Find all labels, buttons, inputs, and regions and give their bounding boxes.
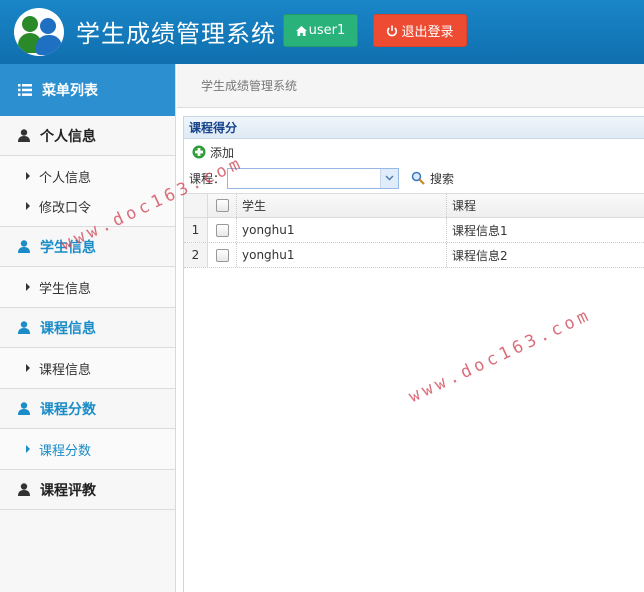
row-checkbox-cell — [208, 243, 237, 267]
user-icon — [18, 483, 30, 496]
user-icon — [18, 129, 30, 142]
sidebar-item-student-info[interactable]: 学生信息 — [0, 272, 175, 302]
sidebar-section-course-scores[interactable]: 课程分数 — [0, 389, 175, 429]
cell-student: yonghu1 — [237, 218, 447, 242]
menu-list-title: 菜单列表 — [42, 83, 98, 99]
cell-course: 课程信息1 — [452, 223, 508, 238]
table-header: 学生 课程 — [184, 194, 644, 218]
row-number: 1 — [184, 218, 208, 242]
logout-button-label: 退出登录 — [401, 25, 454, 40]
cell-student: yonghu1 — [237, 243, 447, 267]
caret-right-icon — [26, 283, 30, 291]
add-icon[interactable] — [192, 145, 206, 159]
section-title: 课程评教 — [40, 482, 96, 499]
toolbar: 添加 — [184, 139, 644, 165]
score-table: 学生 课程 1 yonghu1 课程信息1 2 yonghu1 课程信息2 — [184, 193, 644, 268]
breadcrumb: 学生成绩管理系统 — [177, 64, 644, 108]
select-all-checkbox[interactable] — [215, 199, 229, 212]
search-icon — [411, 171, 425, 185]
course-score-panel: 课程得分 添加 课程： 搜索 学生 课程 1 yonghu1 课程信息1 2 y… — [183, 116, 644, 592]
sidebar-item-label: 学生信息 — [39, 281, 92, 297]
column-header-course[interactable]: 课程 — [447, 194, 644, 217]
row-checkbox[interactable] — [215, 248, 229, 262]
select-all-cell — [208, 194, 237, 217]
section-title: 个人信息 — [40, 128, 96, 145]
submenu: 学生信息 — [0, 267, 175, 308]
logout-button[interactable]: 退出登录 — [373, 14, 467, 47]
caret-right-icon — [26, 364, 30, 372]
table-row[interactable]: 1 yonghu1 课程信息1 — [184, 218, 644, 243]
cell-course: 课程信息2 — [452, 248, 508, 263]
app-title: 学生成绩管理系统 — [76, 20, 276, 48]
column-header-student[interactable]: 学生 — [237, 194, 447, 217]
search-bar: 课程： 搜索 — [184, 165, 644, 191]
logo-icon — [14, 8, 64, 56]
caret-right-icon — [26, 202, 30, 210]
chevron-down-icon[interactable] — [380, 168, 399, 188]
sidebar-item-label: 课程分数 — [39, 443, 92, 459]
submenu: 课程分数 — [0, 429, 175, 470]
table-row[interactable]: 2 yonghu1 课程信息2 — [184, 243, 644, 268]
breadcrumb-text: 学生成绩管理系统 — [201, 79, 298, 93]
sidebar-item-course-info[interactable]: 课程信息 — [0, 353, 175, 383]
user-icon — [18, 240, 30, 253]
section-title: 课程信息 — [40, 320, 96, 337]
list-icon — [18, 84, 32, 96]
section-title: 课程分数 — [40, 401, 96, 418]
sidebar-section-course-evaluation[interactable]: 课程评教 — [0, 470, 175, 510]
course-filter-select[interactable] — [227, 167, 400, 189]
panel-title: 课程得分 — [184, 117, 644, 139]
caret-right-icon — [26, 172, 30, 180]
user-icon — [18, 321, 30, 334]
user-button-label: user1 — [308, 23, 346, 38]
home-icon — [295, 25, 307, 36]
menu-list-header: 菜单列表 — [0, 64, 175, 116]
sidebar-item-label: 个人信息 — [39, 170, 92, 186]
power-icon — [387, 25, 398, 36]
sidebar-item-personal-info[interactable]: 个人信息 — [0, 161, 175, 191]
caret-right-icon — [26, 445, 30, 453]
row-checkbox[interactable] — [215, 223, 229, 237]
sidebar-section-personal-info[interactable]: 个人信息 — [0, 116, 175, 156]
search-button[interactable]: 搜索 — [411, 170, 454, 187]
sidebar-item-course-scores[interactable]: 课程分数 — [0, 434, 175, 464]
sidebar: 菜单列表 个人信息 个人信息 修改口令 学生信息 学生信息 课程信息 课程信息 … — [0, 64, 176, 592]
sidebar-section-course-info[interactable]: 课程信息 — [0, 308, 175, 348]
user-button[interactable]: user1 — [283, 14, 358, 47]
submenu: 课程信息 — [0, 348, 175, 389]
sidebar-item-label: 修改口令 — [39, 200, 92, 216]
app-header: 学生成绩管理系统 user1 退出登录 — [0, 0, 644, 64]
user-icon — [18, 402, 30, 415]
search-button-label: 搜索 — [430, 171, 455, 186]
row-checkbox-cell — [208, 218, 237, 242]
sidebar-item-label: 课程信息 — [39, 362, 92, 378]
row-number: 2 — [184, 243, 208, 267]
